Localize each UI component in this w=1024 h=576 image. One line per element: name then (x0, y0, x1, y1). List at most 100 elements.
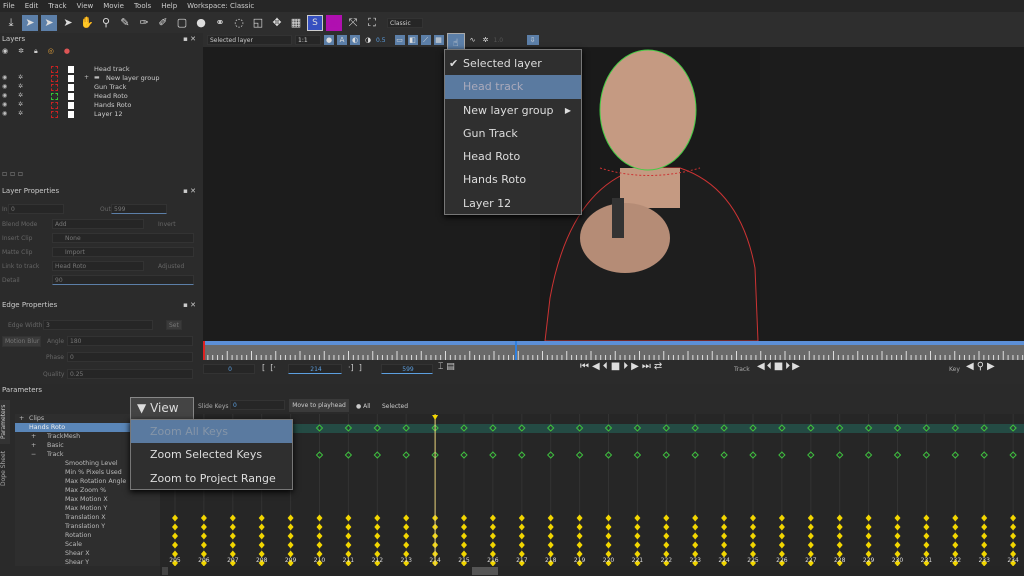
spline-icon[interactable]: ⟋ (420, 35, 431, 45)
menu-view[interactable]: View (77, 2, 94, 10)
layer-color-swatch[interactable] (51, 93, 58, 100)
gain-value[interactable]: 1.0 (494, 37, 524, 44)
matte-clip-select[interactable]: Import (52, 247, 194, 257)
detail-slider[interactable]: 90 (52, 275, 194, 285)
layer-color-swatch[interactable] (51, 102, 58, 109)
set-button[interactable]: Set (166, 320, 182, 330)
range-icons[interactable]: ⌶ ▤ (438, 362, 455, 372)
current-frame-field[interactable]: 214 (288, 364, 342, 374)
select-point-icon[interactable]: ➤ (41, 14, 57, 31)
phase-field[interactable]: 0 (67, 352, 193, 362)
gear-icon[interactable]: ✲ (18, 92, 23, 99)
link-to-track-select[interactable]: Head Roto (52, 261, 144, 271)
motion-blur-button[interactable]: Motion Blur (2, 336, 41, 347)
menu-tools[interactable]: Tools (134, 2, 151, 10)
scale-icon[interactable]: ⤧ (345, 15, 361, 31)
angle-field[interactable]: 180 (67, 336, 193, 346)
workspace-select[interactable]: Classic (387, 17, 423, 28)
tab-parameters[interactable]: Parameters (0, 400, 10, 444)
menu-workspace-classic[interactable]: Workspace: Classic (187, 2, 254, 10)
view-layer-select[interactable]: Selected layer (207, 35, 292, 45)
menu-help[interactable]: Help (161, 2, 177, 10)
hand-icon[interactable]: ✋ (79, 15, 95, 31)
scroll-left-button[interactable] (162, 567, 168, 575)
expand-icon[interactable]: + (31, 432, 36, 441)
in-field[interactable]: 0 (8, 204, 64, 214)
insert-clip-select[interactable]: None (52, 233, 194, 243)
zoom-select[interactable]: 1:1 (295, 35, 321, 45)
expand-icon[interactable]: + (19, 414, 24, 423)
select-icon[interactable]: ➤ (22, 14, 38, 31)
close-icon[interactable]: ▪ ✕ (183, 187, 196, 195)
layer-color-swatch[interactable] (51, 84, 58, 91)
track-controls[interactable]: ◀⏴■⏵▶ (757, 361, 802, 372)
surface-icon[interactable]: ◱ (250, 15, 266, 31)
layer-menu-item[interactable]: Hands Roto (445, 168, 581, 191)
matte-swatch[interactable] (68, 93, 74, 100)
start-frame-field[interactable]: 0 (203, 364, 255, 374)
close-icon[interactable]: ▪ ✕ (183, 35, 196, 43)
tree-item[interactable]: Translation X (15, 513, 160, 522)
visibility-eye-icon[interactable]: ◉ (2, 83, 7, 90)
matte-swatch[interactable] (68, 66, 74, 73)
matte-icon[interactable]: ◑ (363, 35, 373, 45)
key-controls[interactable]: ◀⚲▶ (966, 361, 998, 372)
rgb-icon[interactable]: ● (324, 35, 334, 45)
layer-menu-item[interactable]: Head track (445, 75, 581, 99)
matte-swatch[interactable] (68, 84, 74, 91)
close-icon[interactable]: ▪ ✕ (183, 301, 196, 309)
collapse-icon[interactable]: − (31, 450, 36, 459)
menu-file[interactable]: File (3, 2, 15, 10)
visibility-eye-icon[interactable]: ◉ (2, 110, 7, 117)
opacity-value[interactable]: 0.5 (376, 37, 386, 44)
tree-item[interactable]: Max Motion Y (15, 504, 160, 513)
gear-icon[interactable]: ✲ (18, 110, 23, 117)
gear-icon[interactable]: ✲ (18, 101, 23, 108)
link-icon[interactable]: ⚭ (212, 15, 228, 31)
radio-all[interactable]: ● All (356, 403, 371, 410)
expand-icon[interactable]: + (31, 441, 36, 450)
bezier-icon[interactable]: ✑ (136, 15, 152, 31)
menu-track[interactable]: Track (48, 2, 66, 10)
layer-menu-item[interactable]: New layer group ▶ (445, 99, 581, 122)
layers-icon[interactable]: ◧ (407, 35, 418, 45)
add-point-icon[interactable]: ➤ (60, 15, 76, 31)
tree-item[interactable]: Max Motion X (15, 495, 160, 504)
export-icon[interactable]: ⤓ (3, 15, 19, 31)
in-marker[interactable] (203, 341, 205, 360)
layer-color-swatch[interactable] (51, 66, 58, 73)
rect-icon[interactable]: ▢ (174, 15, 190, 31)
radio-selected[interactable]: Selected (382, 403, 408, 410)
layer-menu-item[interactable]: Gun Track (445, 122, 581, 145)
view-menu-item[interactable]: Zoom Selected Keys (131, 443, 292, 466)
view-menu-button[interactable]: ▼ View (130, 397, 194, 420)
gear-icon[interactable]: ✲ (18, 83, 23, 90)
tab-dope-sheet[interactable]: Dope Sheet (0, 448, 10, 488)
move-to-playhead-button[interactable]: Move to playhead (289, 399, 349, 412)
visibility-eye-icon[interactable]: ◉ (2, 101, 7, 108)
layer-row[interactable]: ◉ ✲ Gun Track (0, 83, 200, 92)
grid-icon[interactable]: ▦ (433, 35, 444, 45)
zoom-icon[interactable]: ⚲ (98, 15, 114, 31)
adjusted-checkbox[interactable]: Adjusted (158, 263, 184, 270)
layer-menu-item[interactable]: Layer 12 (445, 192, 581, 215)
visibility-eye-icon[interactable]: ◉ (2, 92, 7, 99)
tree-item[interactable]: Rotation (15, 531, 160, 540)
view-menu-item[interactable]: Zoom All Keys (131, 420, 292, 444)
quality-field[interactable]: 0.25 (67, 369, 193, 379)
gear-icon[interactable]: ✲ (18, 74, 23, 81)
matte-swatch[interactable] (68, 111, 74, 118)
timeline-ruler[interactable] (202, 341, 1024, 360)
magnetic-icon[interactable]: ◌ (231, 15, 247, 31)
layer-row[interactable]: ◉ ✲ Head Roto (0, 92, 200, 101)
tree-item[interactable]: Shear Y (15, 558, 160, 566)
out-field[interactable]: 599 (111, 204, 167, 214)
layer-row[interactable]: Head track (0, 65, 200, 74)
invert-checkbox[interactable]: Invert (158, 221, 176, 228)
alpha-icon[interactable]: A (337, 35, 347, 45)
xspline-icon[interactable]: ✎ (117, 15, 133, 31)
layer-row[interactable]: ◉ ✲ + ▬ New layer group (0, 74, 200, 83)
expand-icon[interactable]: + (84, 74, 89, 81)
scrollbar-thumb[interactable] (472, 567, 498, 575)
layer-row[interactable]: ◉ ✲ Layer 12 (0, 110, 200, 119)
